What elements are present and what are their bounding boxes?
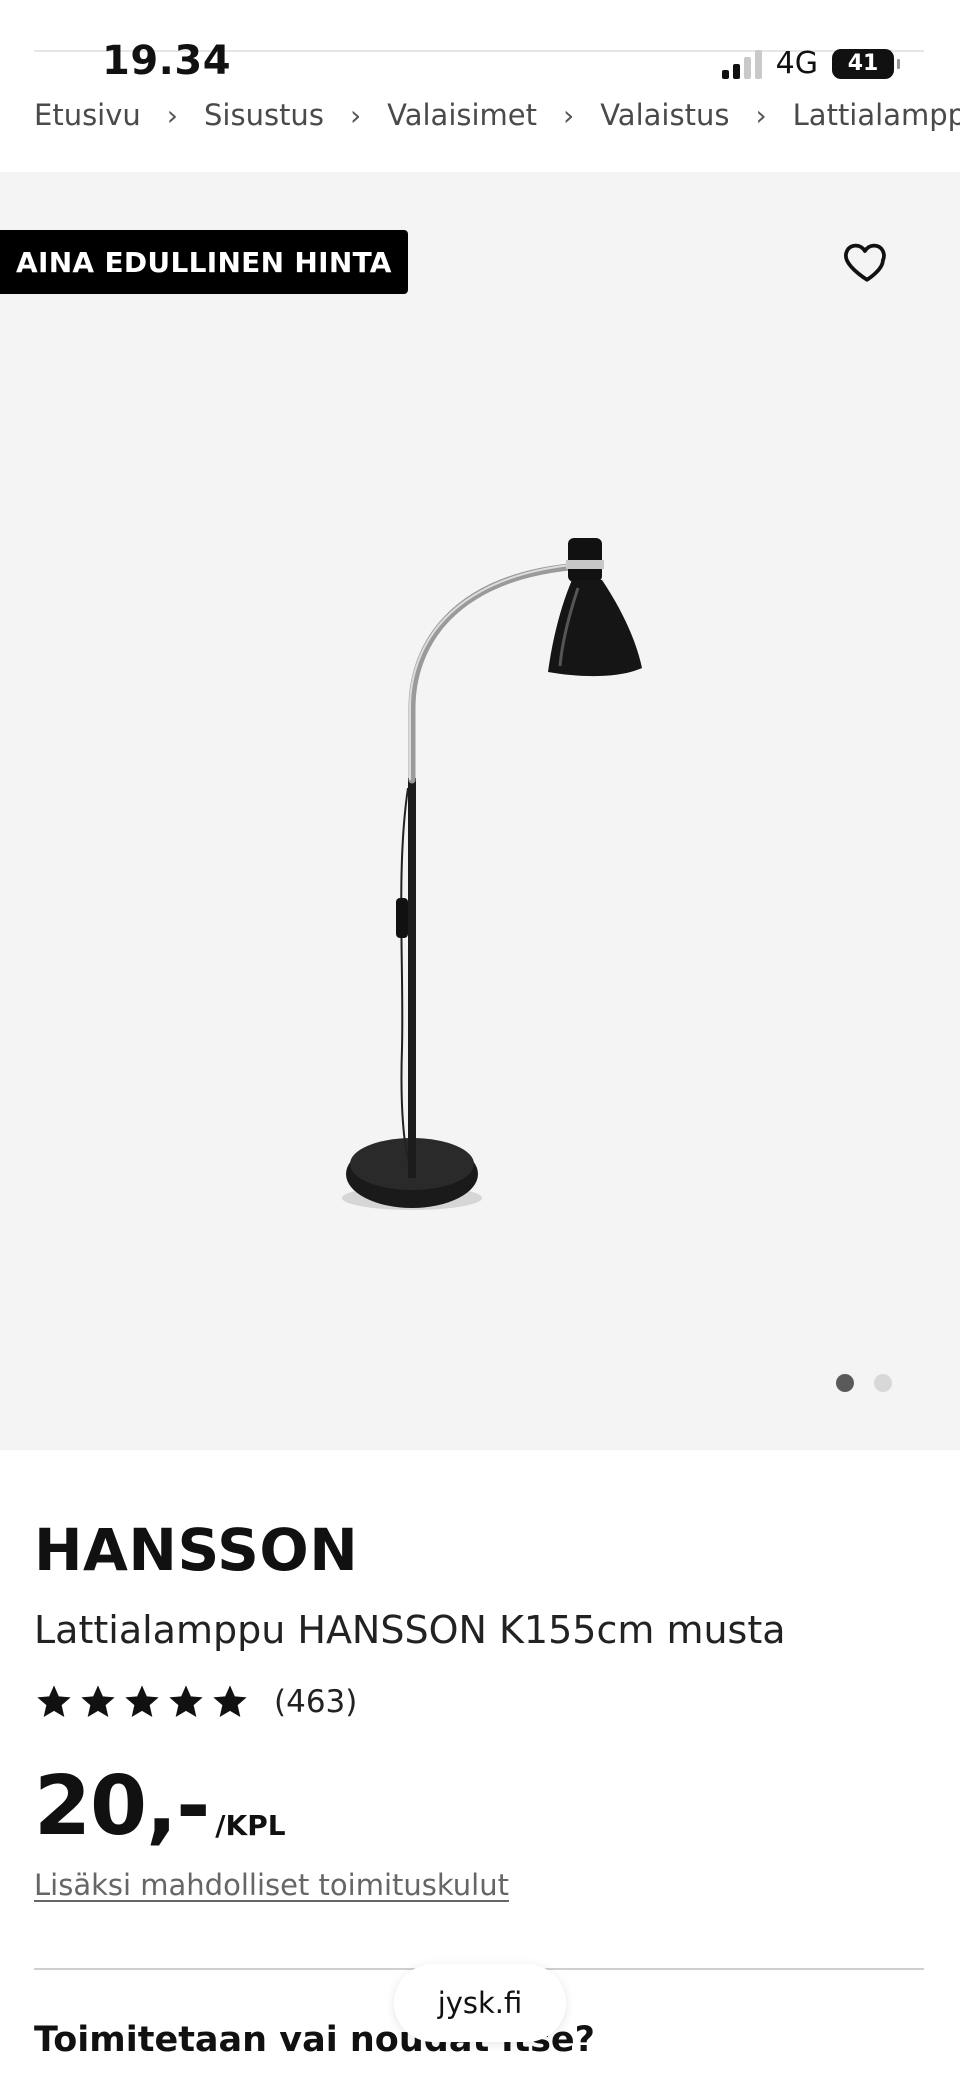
product-image-gallery[interactable]: AINA EDULLINEN HINTA (0, 172, 960, 1450)
battery-icon: 41 (832, 48, 900, 79)
star-icon (81, 1685, 115, 1717)
product-price: 20,- /KPL (34, 1766, 286, 1848)
gallery-dot[interactable] (874, 1374, 892, 1392)
star-icon (169, 1685, 203, 1717)
network-label: 4G (775, 46, 818, 81)
chevron-right-icon: › (755, 98, 767, 132)
breadcrumb-item-lattialamppu[interactable]: Lattialamppu (793, 98, 960, 132)
product-rating[interactable]: (463) (34, 1682, 357, 1722)
floor-lamp-image (342, 538, 642, 1210)
breadcrumb: Etusivu › Sisustus › Valaisimet › Valais… (34, 98, 960, 132)
chevron-right-icon: › (563, 98, 575, 132)
product-name: Lattialamppu HANSSON K155cm musta (34, 1608, 786, 1652)
chevron-right-icon: › (166, 98, 178, 132)
chevron-right-icon: › (349, 98, 362, 132)
status-time: 19.34 (102, 38, 232, 84)
breadcrumb-item-sisustus[interactable]: Sisustus (204, 98, 324, 132)
shipping-costs-link[interactable]: Lisäksi mahdolliset toimituskulut (34, 1868, 509, 1902)
breadcrumb-item-valaistus[interactable]: Valaistus (600, 98, 729, 132)
star-icon (125, 1685, 159, 1717)
star-icon (37, 1685, 71, 1717)
breadcrumb-item-valaisimet[interactable]: Valaisimet (387, 98, 537, 132)
browser-url-pill[interactable]: jysk.fi (394, 1964, 566, 2042)
gallery-pagination (836, 1374, 892, 1392)
promo-badge: AINA EDULLINEN HINTA (0, 230, 408, 294)
breadcrumb-item-etusivu[interactable]: Etusivu (34, 98, 141, 132)
heart-outline-icon[interactable] (842, 236, 892, 286)
gallery-dot-active[interactable] (836, 1374, 854, 1392)
rating-count: (463) (274, 1684, 358, 1720)
battery-level: 41 (847, 51, 879, 76)
product-brand: HANSSON (34, 1516, 359, 1584)
signal-icon (721, 49, 762, 79)
star-icon (213, 1685, 247, 1717)
price-value: 20,- (34, 1759, 210, 1854)
price-unit: /KPL (215, 1809, 286, 1842)
top-edge (0, 0, 960, 8)
status-indicators: 4G 41 (721, 46, 900, 81)
